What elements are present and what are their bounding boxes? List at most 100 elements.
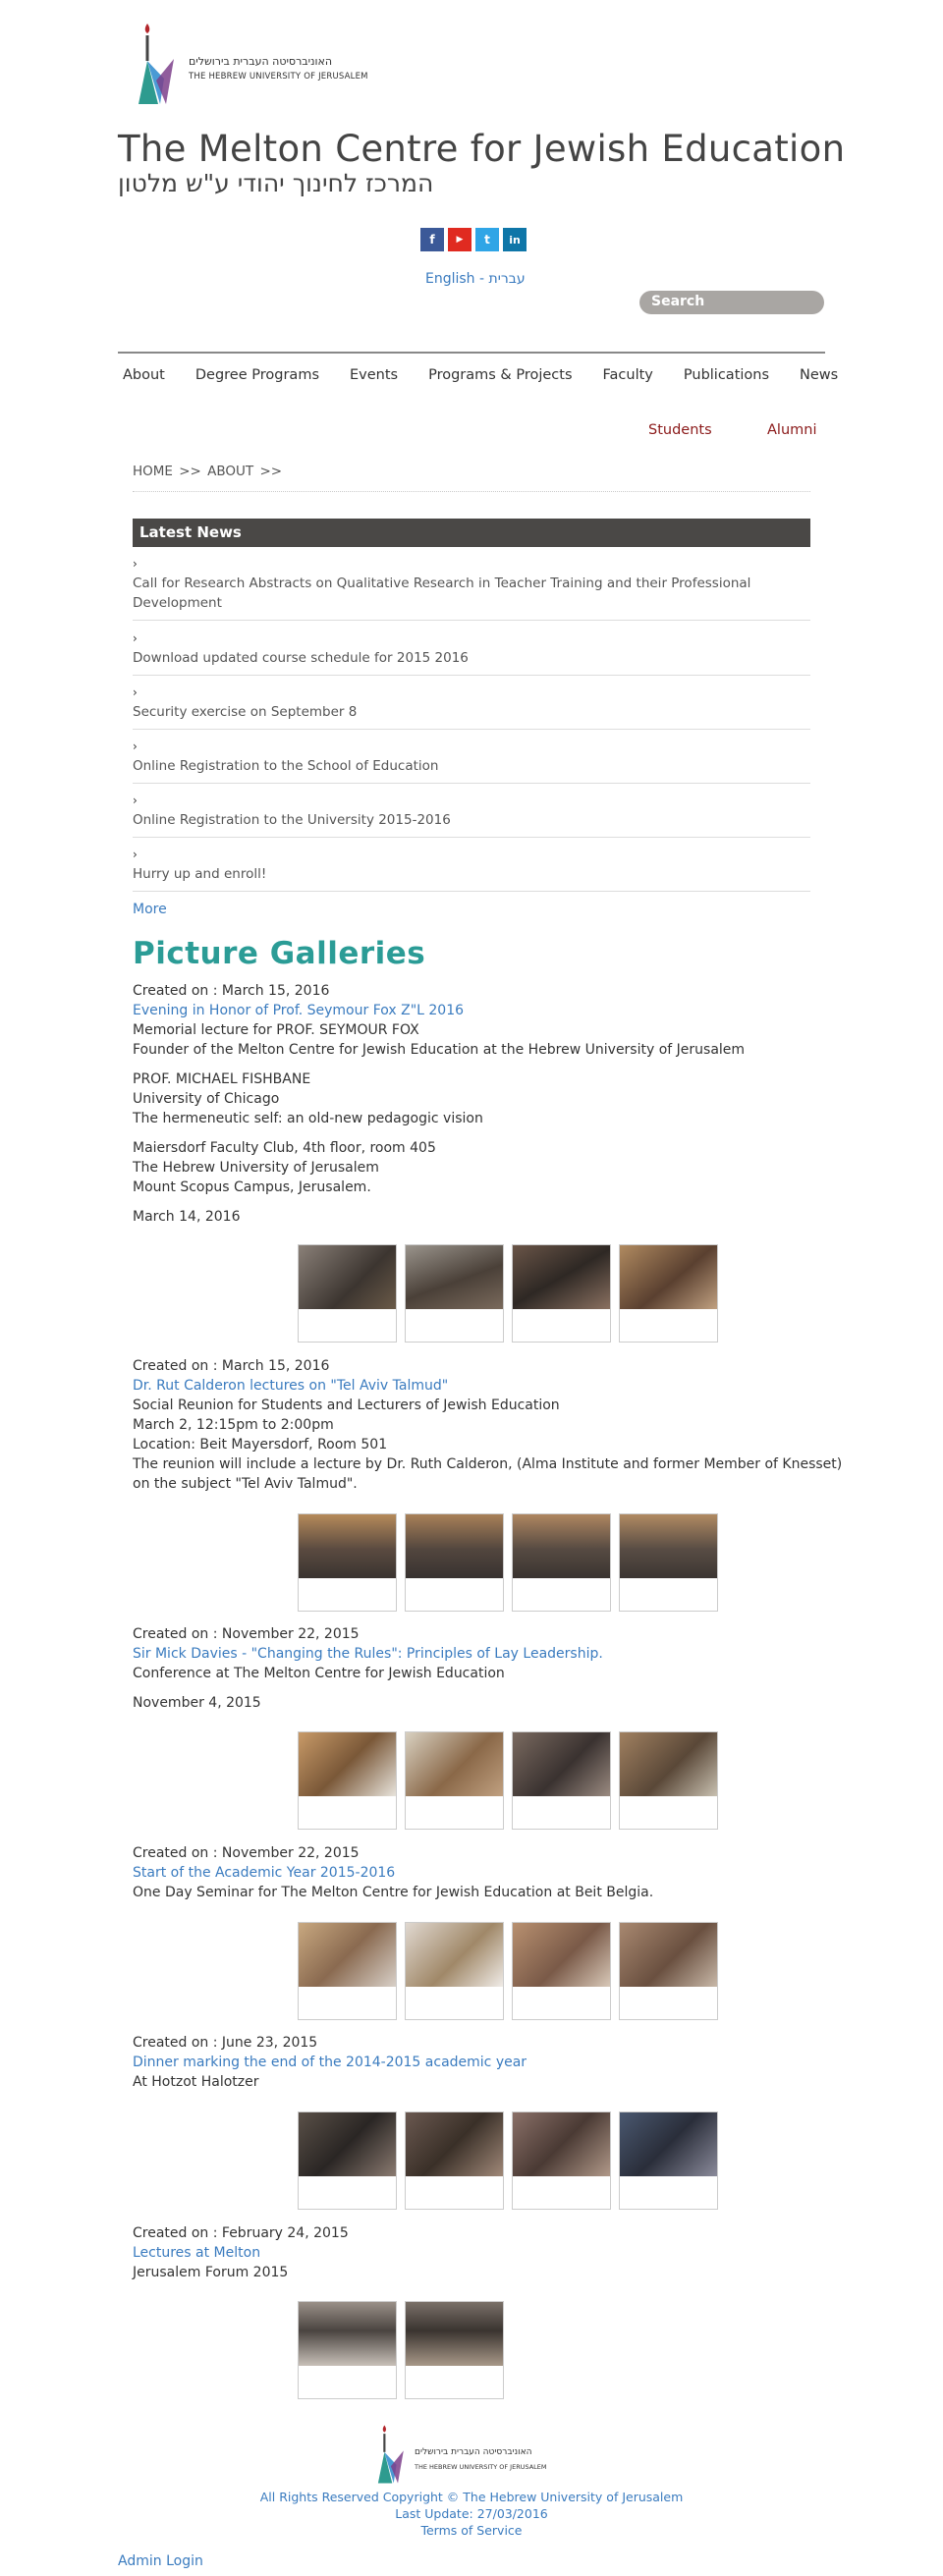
breadcrumb[interactable]: HOME >> ABOUT >> [133,464,282,479]
search-input[interactable]: Search [639,291,824,314]
nav-item-about[interactable]: About [123,367,165,383]
gallery-thumbnail[interactable] [619,1513,718,1612]
gallery-thumbnail[interactable] [619,2111,718,2210]
gallery-thumbnails [298,1731,724,1830]
nav-item-news[interactable]: News [800,367,838,383]
language-switch: English - עברית [425,271,526,287]
gallery-thumbnail[interactable] [512,1513,611,1612]
footer-last-update: Last Update: 27/03/2016 [395,2506,548,2521]
site-subtitle: המרכז לחינוך יהודי ע"ש מלטון [118,169,434,197]
main-nav: About Degree Programs Events Programs & … [118,367,868,383]
news-more-link[interactable]: More [133,902,167,917]
footer-logo[interactable]: האוניברסיטה העברית בירושלים THE HEBREW U… [375,2424,572,2485]
news-item-label: Security exercise on September 8 [133,704,358,720]
gallery-title-link[interactable]: Dr. Rut Calderon lectures on "Tel Aviv T… [133,1376,448,1396]
gallery-text: Social Reunion for Students and Lecturer… [133,1398,560,1413]
linkedin-icon[interactable]: in [503,228,527,251]
gallery-created-date: Created on : November 22, 2015 [133,1626,360,1642]
gallery-thumbnail[interactable] [405,1731,504,1830]
twitter-icon[interactable]: t [475,228,499,251]
gallery-text: on the subject "Tel Aviv Talmud". [133,1476,358,1492]
gallery-thumbnail[interactable] [405,1244,504,1343]
gallery-text: The hermeneutic self: an old-new pedagog… [133,1111,483,1126]
university-emblem-icon [139,24,174,104]
gallery-thumbnail[interactable] [298,2301,397,2399]
gallery-created-date: Created on : March 15, 2016 [133,983,330,999]
gallery-thumbnails [298,2111,724,2210]
gallery-thumbnail[interactable] [619,1922,718,2020]
gallery-title-link[interactable]: Start of the Academic Year 2015-2016 [133,1863,395,1883]
nav-item-alumni[interactable]: Alumni [767,422,816,438]
nav-item-students[interactable]: Students [648,422,712,438]
social-links: f ▶ t in [420,228,527,251]
chevron-right-icon: › [133,557,138,571]
facebook-icon[interactable]: f [420,228,444,251]
gallery-thumbnail[interactable] [405,2301,504,2399]
lang-separator: - [474,271,489,287]
news-item-label: Call for Research Abstracts on Qualitati… [133,575,751,611]
news-item[interactable]: › Call for Research Abstracts on Qualita… [133,558,810,621]
gallery-thumbnail[interactable] [512,2111,611,2210]
nav-item-faculty[interactable]: Faculty [603,367,653,383]
gallery-thumbnail[interactable] [298,1731,397,1830]
gallery-thumbnails [298,1922,724,2020]
news-item[interactable]: › Hurry up and enroll! [133,849,810,892]
nav-item-events[interactable]: Events [350,367,398,383]
nav-item-publications[interactable]: Publications [684,367,769,383]
university-logo[interactable]: האוניברסיטה העברית בירושלים THE HEBREW U… [135,22,390,106]
nav-item-degree-programs[interactable]: Degree Programs [195,367,319,383]
chevron-right-icon: › [133,740,138,753]
gallery-text: Memorial lecture for PROF. SEYMOUR FOX [133,1022,419,1038]
site-title: The Melton Centre for Jewish Education [118,128,846,170]
gallery-thumbnail[interactable] [512,1922,611,2020]
gallery-text: Conference at The Melton Centre for Jewi… [133,1666,505,1681]
gallery-created-date: Created on : June 23, 2015 [133,2035,318,2051]
gallery-thumbnail[interactable] [298,1244,397,1343]
gallery-created-date: Created on : February 24, 2015 [133,2225,349,2241]
footer-copyright: All Rights Reserved Copyright © The Hebr… [259,2490,684,2504]
chevron-right-icon: › [133,794,138,807]
nav-item-programs-projects[interactable]: Programs & Projects [428,367,572,383]
lang-english-link[interactable]: English [425,271,475,287]
gallery-title-link[interactable]: Lectures at Melton [133,2243,260,2263]
chevron-right-icon: › [133,848,138,861]
picture-galleries-title: Picture Galleries [133,936,426,971]
youtube-icon[interactable]: ▶ [448,228,472,251]
chevron-right-icon: › [133,631,138,645]
logo-hebrew: האוניברסיטה העברית בירושלים [189,55,333,68]
gallery-thumbnail[interactable] [619,1244,718,1343]
news-item[interactable]: › Online Registration to the University … [133,795,810,838]
gallery-thumbnails [298,1244,724,1343]
gallery-thumbnail[interactable] [405,1513,504,1612]
latest-news-heading: Latest News [133,519,810,547]
news-item[interactable]: › Download updated course schedule for 2… [133,632,810,676]
footer-terms-link[interactable]: Terms of Service [0,2522,943,2539]
gallery-thumbnail[interactable] [405,1922,504,2020]
gallery-created-date: Created on : November 22, 2015 [133,1845,360,1861]
gallery-title-link[interactable]: Dinner marking the end of the 2014-2015 … [133,2053,527,2072]
gallery-thumbnail[interactable] [298,1922,397,2020]
gallery-title-link[interactable]: Sir Mick Davies - "Changing the Rules": … [133,1644,603,1664]
gallery-text: The Hebrew University of Jerusalem [133,1160,379,1176]
gallery-text: March 2, 12:15pm to 2:00pm [133,1417,334,1433]
university-emblem-icon [377,2425,404,2484]
gallery-thumbnail[interactable] [619,1731,718,1830]
gallery-text: University of Chicago [133,1091,280,1107]
news-item[interactable]: › Security exercise on September 8 [133,686,810,730]
footer-logo-english: THE HEBREW UNIVERSITY OF JERUSALEM [415,2463,547,2471]
news-item[interactable]: › Online Registration to the School of E… [133,740,810,784]
gallery-thumbnail[interactable] [298,2111,397,2210]
gallery-thumbnail[interactable] [512,1731,611,1830]
gallery-thumbnail[interactable] [512,1244,611,1343]
admin-login-link[interactable]: Admin Login [118,2553,203,2569]
gallery-thumbnail[interactable] [298,1513,397,1612]
news-item-label: Online Registration to the University 20… [133,812,451,828]
gallery-text: Maiersdorf Faculty Club, 4th floor, room… [133,1140,436,1156]
gallery-text: Location: Beit Mayersdorf, Room 501 [133,1437,388,1452]
gallery-text: March 14, 2016 [133,1209,241,1225]
gallery-title-link[interactable]: Evening in Honor of Prof. Seymour Fox Z"… [133,1001,464,1020]
news-item-label: Hurry up and enroll! [133,866,267,882]
gallery-thumbnail[interactable] [405,2111,504,2210]
lang-hebrew-link[interactable]: עברית [489,271,526,287]
gallery-thumbnails [298,1513,724,1612]
